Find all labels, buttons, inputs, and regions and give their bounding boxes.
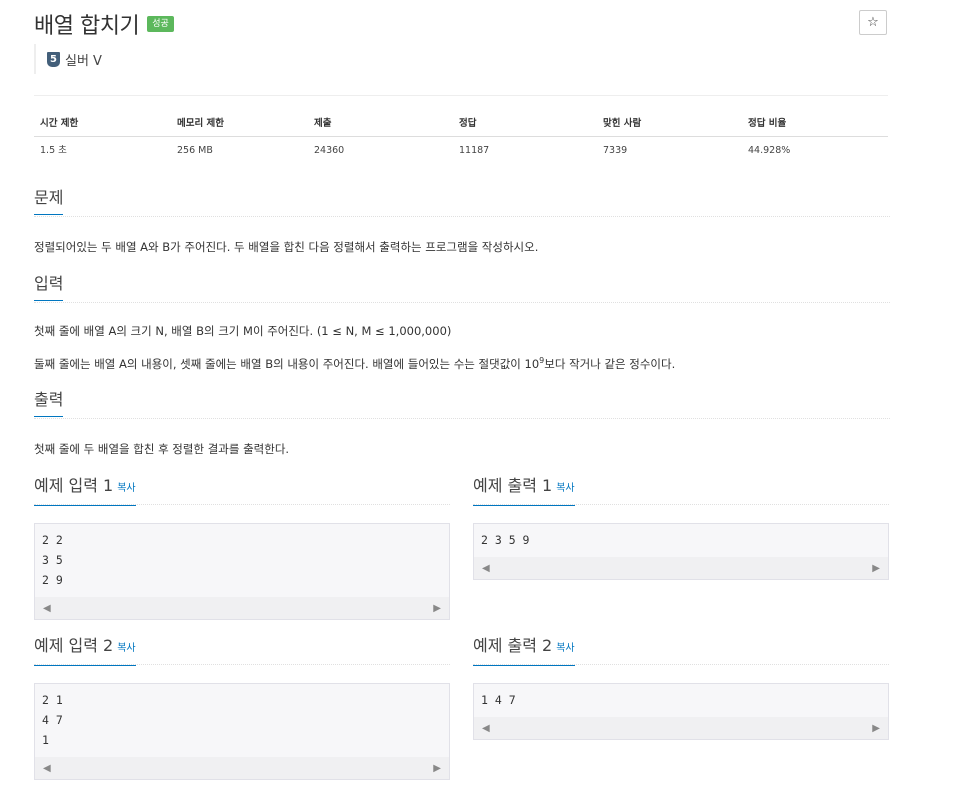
scroll-right-icon[interactable]: ▶ (864, 563, 888, 574)
input-description-text: 보다 작거나 같은 정수이다. (544, 356, 676, 371)
section-title: 출력 (34, 390, 64, 417)
section-header: 출력 (34, 386, 890, 419)
tier-label[interactable]: 실버 V (65, 50, 102, 69)
section-title: 입력 (34, 274, 64, 301)
section-header: 입력 (34, 270, 890, 303)
scroll-right-icon[interactable]: ▶ (425, 603, 449, 614)
sample-header: 예제 출력 2 복사 (473, 632, 889, 666)
solved-users-value: 7339 (603, 145, 628, 156)
section-title: 문제 (34, 188, 64, 215)
sample-title-text: 예제 입력 2 (34, 636, 114, 655)
output-section: 출력 첫째 줄에 두 배열을 합친 후 정렬한 결과를 출력한다. (34, 386, 890, 457)
status-badge: 성공 (147, 16, 174, 32)
sample-title-text: 예제 출력 2 (473, 636, 553, 655)
scroll-right-icon[interactable]: ▶ (425, 763, 449, 774)
sample-code: 1 4 7 (481, 693, 516, 707)
input-description-text: 둘째 줄에는 배열 A의 내용이, 셋째 줄에는 배열 B의 내용이 주어진다.… (34, 356, 540, 371)
scroll-right-icon[interactable]: ▶ (864, 723, 888, 734)
stats-header-cell: 메모리 제한 (177, 118, 225, 129)
sample-code: 2 3 5 9 (481, 533, 530, 547)
title-row: 배열 합치기 성공 (34, 8, 174, 40)
sample-title: 예제 출력 1 복사 (473, 476, 575, 506)
code-block[interactable]: 2 2 3 5 2 9 ◀ ▶ (34, 523, 450, 620)
sample-input-1: 예제 입력 1 복사 2 2 3 5 2 9 ◀ ▶ (34, 472, 450, 620)
input-description-line1: 첫째 줄에 배열 A의 크기 N, 배열 B의 크기 M이 주어진다. (1 ≤… (34, 324, 452, 338)
scroll-left-icon[interactable]: ◀ (474, 563, 498, 574)
sample-output-2: 예제 출력 2 복사 1 4 7 ◀ ▶ (473, 632, 889, 740)
scroll-left-icon[interactable]: ◀ (35, 603, 59, 614)
scroll-left-icon[interactable]: ◀ (35, 763, 59, 774)
horizontal-scrollbar[interactable]: ◀ ▶ (474, 717, 888, 739)
input-description-line2: 둘째 줄에는 배열 A의 내용이, 셋째 줄에는 배열 B의 내용이 주어진다.… (34, 353, 890, 372)
page-title: 배열 합치기 (34, 14, 140, 39)
tier-row: 5 실버 V (34, 44, 102, 74)
section-header: 문제 (34, 184, 890, 217)
code-block[interactable]: 2 1 4 7 1 ◀ ▶ (34, 683, 450, 780)
time-limit-value: 1.5 초 (40, 145, 67, 156)
copy-button[interactable]: 복사 (117, 483, 135, 494)
tier-icon: 5 (47, 51, 60, 67)
sample-header: 예제 입력 1 복사 (34, 472, 450, 506)
accept-ratio-value: 44.928% (748, 145, 791, 156)
stats-header-cell: 맞힌 사람 (603, 118, 642, 129)
star-icon: ☆ (867, 15, 879, 30)
sample-header: 예제 입력 2 복사 (34, 632, 450, 666)
submissions-value: 24360 (314, 145, 345, 156)
stats-header-cell: 정답 (459, 118, 477, 129)
sample-code: 2 2 3 5 2 9 (42, 533, 63, 587)
problem-description: 정렬되어있는 두 배열 A와 B가 주어진다. 두 배열을 합친 다음 정렬해서… (34, 240, 539, 254)
sample-title-text: 예제 입력 1 (34, 476, 114, 495)
sample-output-1: 예제 출력 1 복사 2 3 5 9 ◀ ▶ (473, 472, 889, 580)
stats-value-row: 1.5 초 256 MB 24360 11187 7339 44.928% (34, 137, 888, 163)
accepted-value: 11187 (459, 145, 490, 156)
stats-header-cell: 정답 비율 (748, 118, 787, 129)
memory-limit-value: 256 MB (177, 145, 213, 156)
stats-header-cell: 제출 (314, 118, 332, 129)
copy-button[interactable]: 복사 (117, 643, 135, 654)
sample-header: 예제 출력 1 복사 (473, 472, 889, 506)
problem-page: 배열 합치기 성공 ☆ 5 실버 V 시간 제한 메모리 제한 제출 정답 맞힌… (0, 0, 964, 790)
code-block[interactable]: 1 4 7 ◀ ▶ (473, 683, 889, 740)
stats-header-cell: 시간 제한 (40, 118, 79, 129)
problem-section: 문제 정렬되어있는 두 배열 A와 B가 주어진다. 두 배열을 합친 다음 정… (34, 184, 890, 255)
star-button[interactable]: ☆ (859, 10, 887, 35)
stats-table: 시간 제한 메모리 제한 제출 정답 맞힌 사람 정답 비율 1.5 초 256… (34, 112, 888, 163)
sample-title: 예제 입력 1 복사 (34, 476, 136, 506)
output-description: 첫째 줄에 두 배열을 합친 후 정렬한 결과를 출력한다. (34, 442, 290, 456)
horizontal-scrollbar[interactable]: ◀ ▶ (35, 597, 449, 619)
code-block[interactable]: 2 3 5 9 ◀ ▶ (473, 523, 889, 580)
copy-button[interactable]: 복사 (556, 643, 574, 654)
input-section: 입력 첫째 줄에 배열 A의 크기 N, 배열 B의 크기 M이 주어진다. (… (34, 270, 890, 372)
horizontal-scrollbar[interactable]: ◀ ▶ (35, 757, 449, 779)
horizontal-scrollbar[interactable]: ◀ ▶ (474, 557, 888, 579)
sample-title-text: 예제 출력 1 (473, 476, 553, 495)
sample-title: 예제 입력 2 복사 (34, 636, 136, 666)
sample-title: 예제 출력 2 복사 (473, 636, 575, 666)
stats-header-row: 시간 제한 메모리 제한 제출 정답 맞힌 사람 정답 비율 (34, 112, 888, 137)
sample-code: 2 1 4 7 1 (42, 693, 63, 747)
divider (34, 95, 888, 96)
scroll-left-icon[interactable]: ◀ (474, 723, 498, 734)
sample-input-2: 예제 입력 2 복사 2 1 4 7 1 ◀ ▶ (34, 632, 450, 780)
copy-button[interactable]: 복사 (556, 483, 574, 494)
